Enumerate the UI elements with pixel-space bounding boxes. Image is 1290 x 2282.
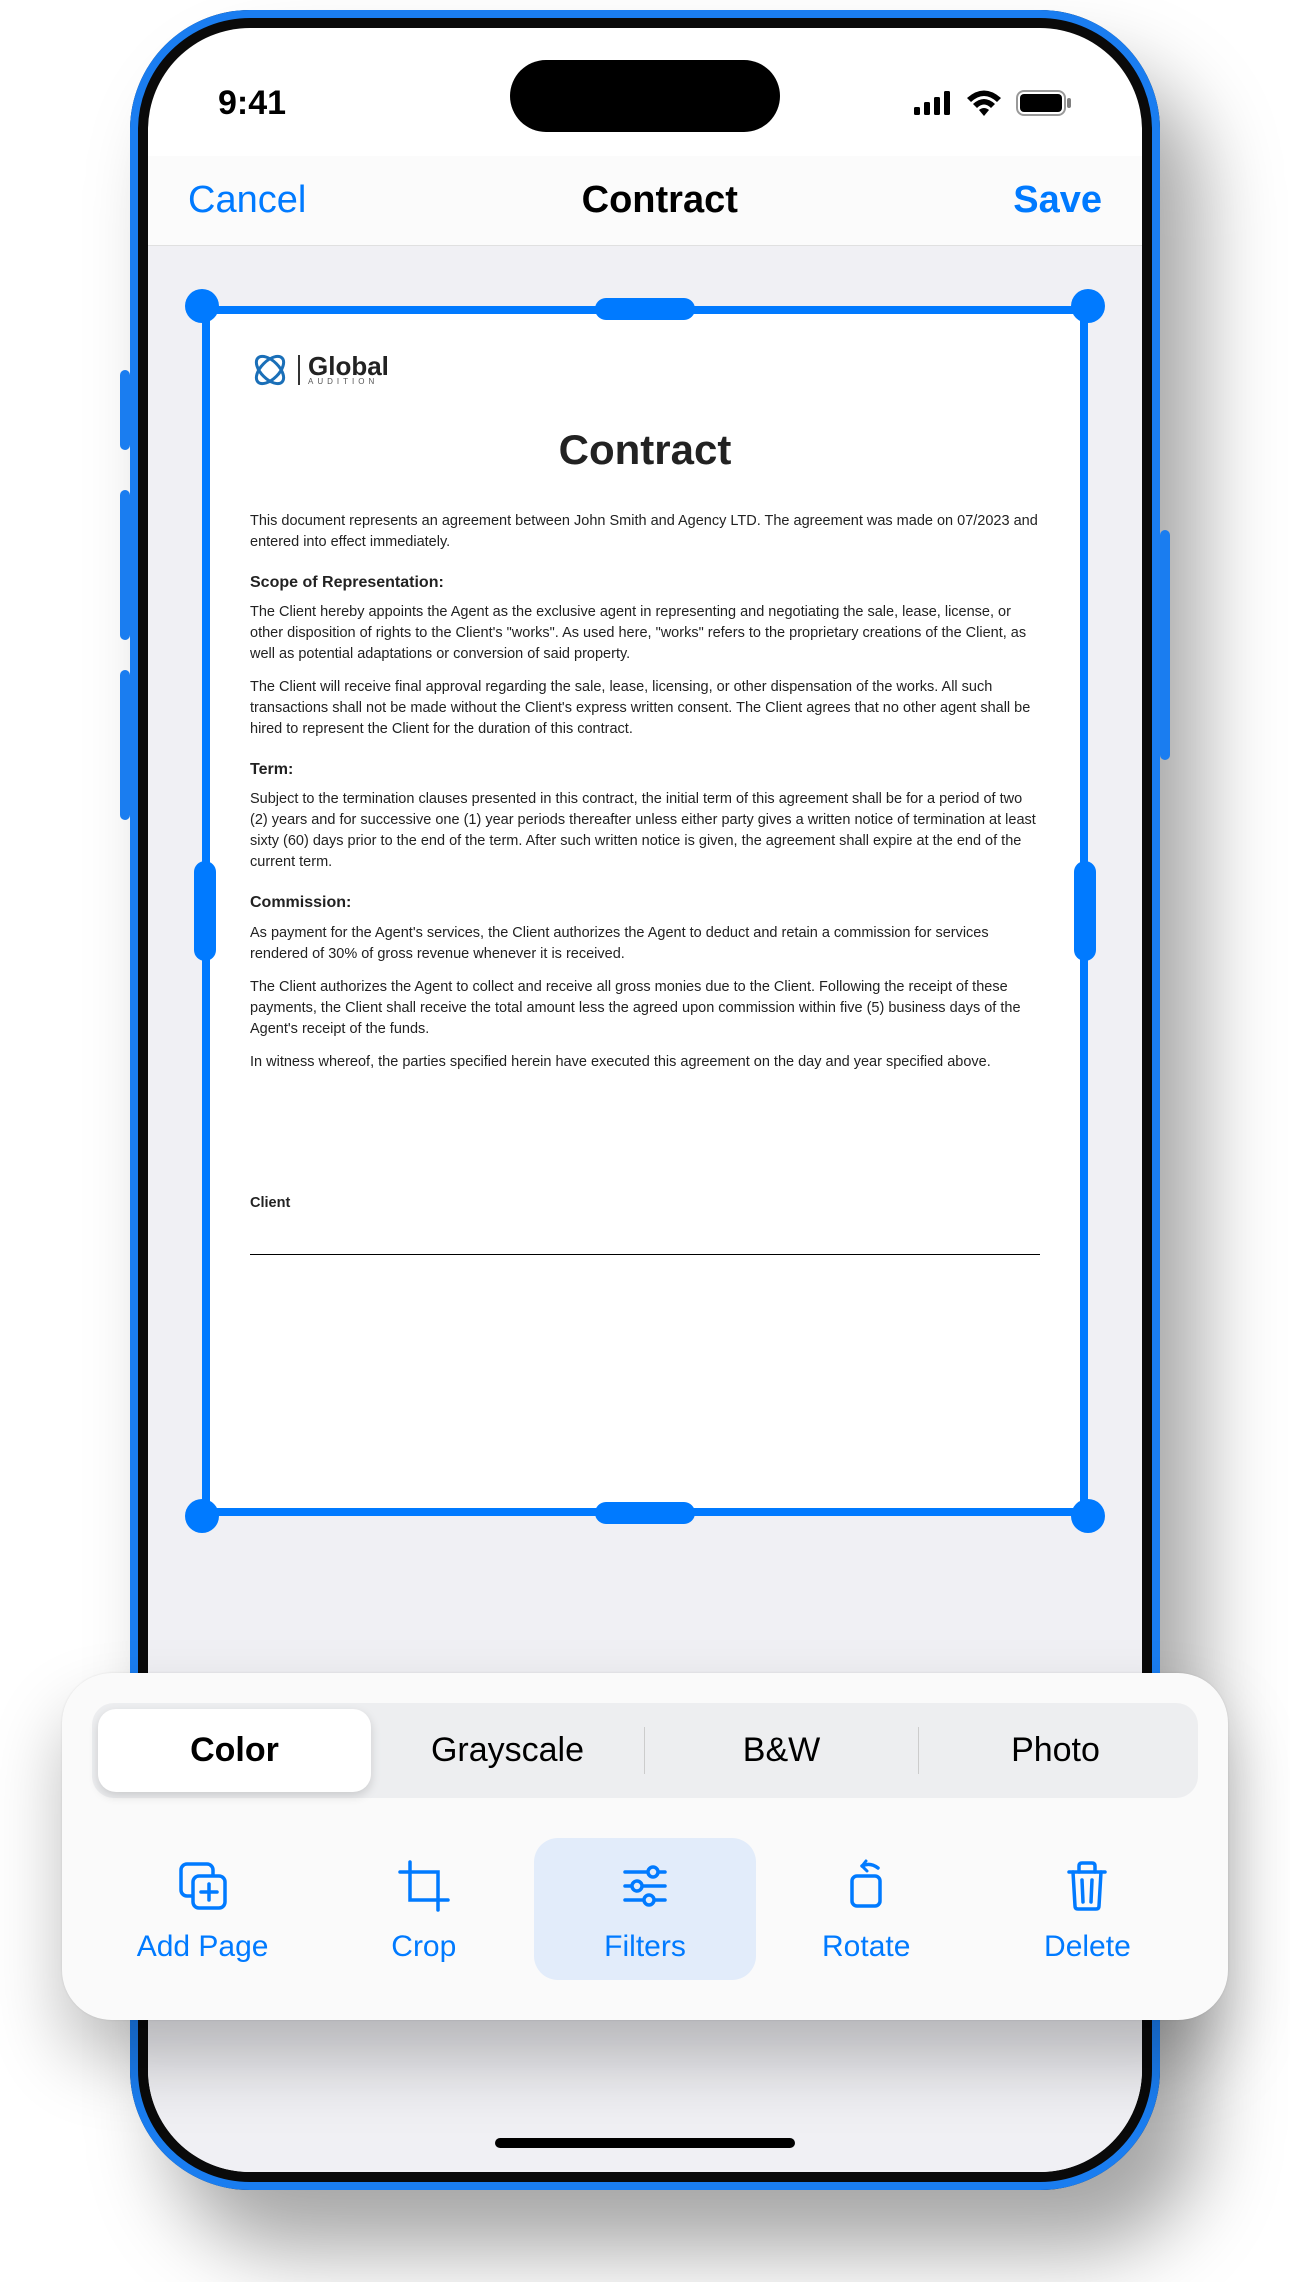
crop-handle-right[interactable] [1074, 861, 1096, 961]
cancel-button[interactable]: Cancel [188, 179, 306, 222]
crop-handle-top-left[interactable] [185, 289, 219, 323]
logo-mark-icon [250, 350, 290, 390]
save-button[interactable]: Save [1013, 179, 1102, 222]
power-button [1160, 530, 1170, 760]
filters-button[interactable]: Filters [534, 1838, 755, 1980]
delete-button[interactable]: Delete [977, 1838, 1198, 1980]
crop-handle-top[interactable] [595, 298, 695, 320]
status-time: 9:41 [218, 84, 286, 123]
nav-bar: Cancel Contract Save [148, 156, 1142, 246]
doc-witness: In witness whereof, the parties specifie… [250, 1052, 1040, 1073]
wifi-icon [966, 90, 1002, 116]
crop-handle-bottom[interactable] [595, 1502, 695, 1524]
doc-comm-p1: As payment for the Agent's services, the… [250, 923, 1040, 965]
doc-scope-p2: The Client will receive final approval r… [250, 677, 1040, 740]
trash-icon [1059, 1858, 1115, 1914]
home-indicator[interactable] [495, 2138, 795, 2148]
add-page-label: Add Page [137, 1930, 269, 1964]
filter-grayscale[interactable]: Grayscale [371, 1709, 644, 1792]
delete-label: Delete [1044, 1930, 1131, 1964]
add-page-icon [175, 1858, 231, 1914]
document-page[interactable]: Global AUDITION Contract This document r… [210, 314, 1080, 1508]
doc-logo: Global AUDITION [250, 350, 1040, 390]
crop-handle-bottom-left[interactable] [185, 1499, 219, 1533]
volume-down-button [120, 670, 130, 820]
doc-term-p1: Subject to the termination clauses prese… [250, 789, 1040, 873]
cellular-icon [914, 91, 952, 115]
doc-h-scope: Scope of Representation: [250, 571, 1040, 594]
filters-icon [617, 1858, 673, 1914]
rotate-button[interactable]: Rotate [756, 1838, 977, 1980]
filter-bw[interactable]: B&W [645, 1709, 918, 1792]
doc-title: Contract [250, 420, 1040, 481]
side-switch [120, 370, 130, 450]
filter-segmented-control: Color Grayscale B&W Photo [92, 1703, 1198, 1798]
filter-photo[interactable]: Photo [919, 1709, 1192, 1792]
signature-label: Client [250, 1193, 1040, 1214]
dynamic-island [510, 60, 780, 132]
crop-handle-left[interactable] [194, 861, 216, 961]
rotate-label: Rotate [822, 1930, 910, 1964]
status-indicators [914, 90, 1072, 116]
filters-label: Filters [604, 1930, 686, 1964]
tool-row: Add Page Crop Filters [92, 1838, 1198, 1980]
doc-comm-p2: The Client authorizes the Agent to colle… [250, 977, 1040, 1040]
volume-up-button [120, 490, 130, 640]
doc-intro: This document represents an agreement be… [250, 511, 1040, 553]
crop-icon [396, 1858, 452, 1914]
crop-handle-top-right[interactable] [1071, 289, 1105, 323]
crop-frame[interactable]: Global AUDITION Contract This document r… [202, 306, 1088, 1516]
crop-label: Crop [391, 1930, 456, 1964]
crop-button[interactable]: Crop [313, 1838, 534, 1980]
crop-handle-bottom-right[interactable] [1071, 1499, 1105, 1533]
page-title: Contract [582, 179, 738, 222]
filter-color[interactable]: Color [98, 1709, 371, 1792]
signature-line [250, 1254, 1040, 1255]
doc-scope-p1: The Client hereby appoints the Agent as … [250, 602, 1040, 665]
add-page-button[interactable]: Add Page [92, 1838, 313, 1980]
logo-subtext: AUDITION [308, 378, 389, 385]
bottom-panel: Color Grayscale B&W Photo Add Page Crop [62, 1673, 1228, 2020]
battery-icon [1016, 90, 1072, 116]
rotate-icon [838, 1858, 894, 1914]
logo-text: Global [308, 355, 389, 378]
doc-h-term: Term: [250, 758, 1040, 781]
doc-h-commission: Commission: [250, 891, 1040, 914]
